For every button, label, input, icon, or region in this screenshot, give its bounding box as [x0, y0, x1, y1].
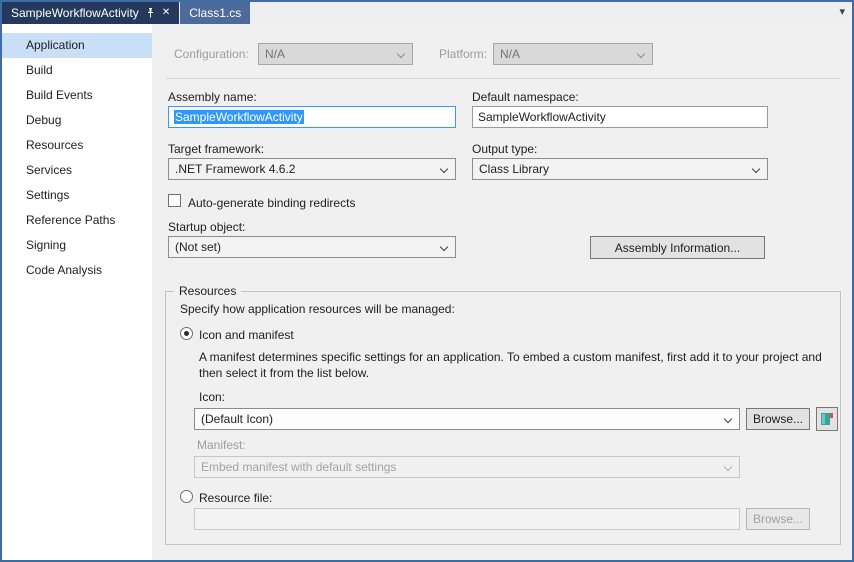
icon-browse-button[interactable]: Browse...	[746, 408, 810, 430]
tab-label: SampleWorkflowActivity	[11, 6, 139, 20]
default-namespace-input[interactable]	[472, 106, 768, 128]
sidebar-item-application[interactable]: Application	[2, 33, 152, 58]
chevron-down-icon	[724, 463, 732, 471]
resource-file-label[interactable]: Resource file:	[199, 491, 272, 505]
platform-select: N/A	[493, 43, 653, 65]
target-framework-value: .NET Framework 4.6.2	[175, 162, 295, 176]
assembly-information-button[interactable]: Assembly Information...	[590, 236, 765, 259]
tab-sampleworkflowactivity[interactable]: SampleWorkflowActivity ✕	[2, 2, 179, 24]
startup-object-label: Startup object:	[168, 220, 245, 234]
manifest-value: Embed manifest with default settings	[201, 460, 396, 474]
project-properties-window: SampleWorkflowActivity ✕ Class1.cs ▾ App…	[0, 0, 854, 562]
configuration-label: Configuration:	[174, 47, 249, 61]
sidebar-item-debug[interactable]: Debug	[2, 108, 152, 133]
resource-file-radio[interactable]	[180, 490, 193, 503]
sidebar-item-build[interactable]: Build	[2, 58, 152, 83]
icon-select[interactable]: (Default Icon)	[194, 408, 740, 430]
resources-group-title: Resources	[174, 284, 241, 298]
document-tab-bar: SampleWorkflowActivity ✕ Class1.cs ▾	[2, 2, 852, 24]
resources-description: Specify how application resources will b…	[180, 302, 455, 316]
manifest-help-text: A manifest determines specific settings …	[199, 349, 823, 381]
application-settings-panel: Configuration: N/A Platform: N/A Assembl…	[152, 24, 852, 560]
sidebar-item-reference-paths[interactable]: Reference Paths	[2, 208, 152, 233]
manifest-label: Manifest:	[197, 438, 246, 452]
resources-groupbox: Specify how application resources will b…	[165, 291, 841, 545]
sidebar-item-resources[interactable]: Resources	[2, 133, 152, 158]
icon-label: Icon:	[199, 390, 225, 404]
default-namespace-label: Default namespace:	[472, 90, 579, 104]
sidebar-item-signing[interactable]: Signing	[2, 233, 152, 258]
output-type-select[interactable]: Class Library	[472, 158, 768, 180]
assembly-name-selected-text: SampleWorkflowActivity	[174, 110, 304, 124]
resource-file-browse-button: Browse...	[746, 508, 810, 530]
output-type-label: Output type:	[472, 142, 537, 156]
properties-body: Application Build Build Events Debug Res…	[2, 24, 852, 560]
icon-preview-button[interactable]	[816, 407, 838, 431]
chevron-down-icon	[397, 50, 405, 58]
tab-label: Class1.cs	[189, 6, 241, 20]
tab-overflow-icon[interactable]: ▾	[839, 5, 845, 19]
auto-generate-binding-redirects-checkbox[interactable]	[168, 194, 181, 207]
sidebar-item-build-events[interactable]: Build Events	[2, 83, 152, 108]
tab-class1-cs[interactable]: Class1.cs	[180, 2, 250, 24]
startup-object-value: (Not set)	[175, 240, 221, 254]
assembly-name-input[interactable]: SampleWorkflowActivity	[168, 106, 456, 128]
resource-file-input	[194, 508, 740, 530]
platform-value: N/A	[500, 47, 520, 61]
configuration-value: N/A	[265, 47, 285, 61]
target-framework-label: Target framework:	[168, 142, 264, 156]
startup-object-select[interactable]: (Not set)	[168, 236, 456, 258]
output-type-value: Class Library	[479, 162, 549, 176]
chevron-down-icon	[440, 243, 448, 251]
chevron-down-icon	[637, 50, 645, 58]
platform-label: Platform:	[439, 47, 487, 61]
default-icon-image	[820, 412, 834, 426]
sidebar-item-services[interactable]: Services	[2, 158, 152, 183]
chevron-down-icon	[724, 415, 732, 423]
section-divider	[166, 78, 840, 79]
chevron-down-icon	[752, 165, 760, 173]
sidebar-item-settings[interactable]: Settings	[2, 183, 152, 208]
icon-and-manifest-label[interactable]: Icon and manifest	[199, 328, 294, 342]
sidebar: Application Build Build Events Debug Res…	[2, 24, 152, 560]
icon-value: (Default Icon)	[201, 412, 273, 426]
chevron-down-icon	[440, 165, 448, 173]
sidebar-item-code-analysis[interactable]: Code Analysis	[2, 258, 152, 283]
configuration-select: N/A	[258, 43, 413, 65]
auto-generate-binding-redirects-label[interactable]: Auto-generate binding redirects	[188, 196, 355, 210]
manifest-select: Embed manifest with default settings	[194, 456, 740, 478]
assembly-name-label: Assembly name:	[168, 90, 257, 104]
close-icon[interactable]: ✕	[162, 8, 170, 18]
icon-and-manifest-radio[interactable]	[180, 327, 193, 340]
target-framework-select[interactable]: .NET Framework 4.6.2	[168, 158, 456, 180]
pin-icon[interactable]	[146, 8, 155, 19]
